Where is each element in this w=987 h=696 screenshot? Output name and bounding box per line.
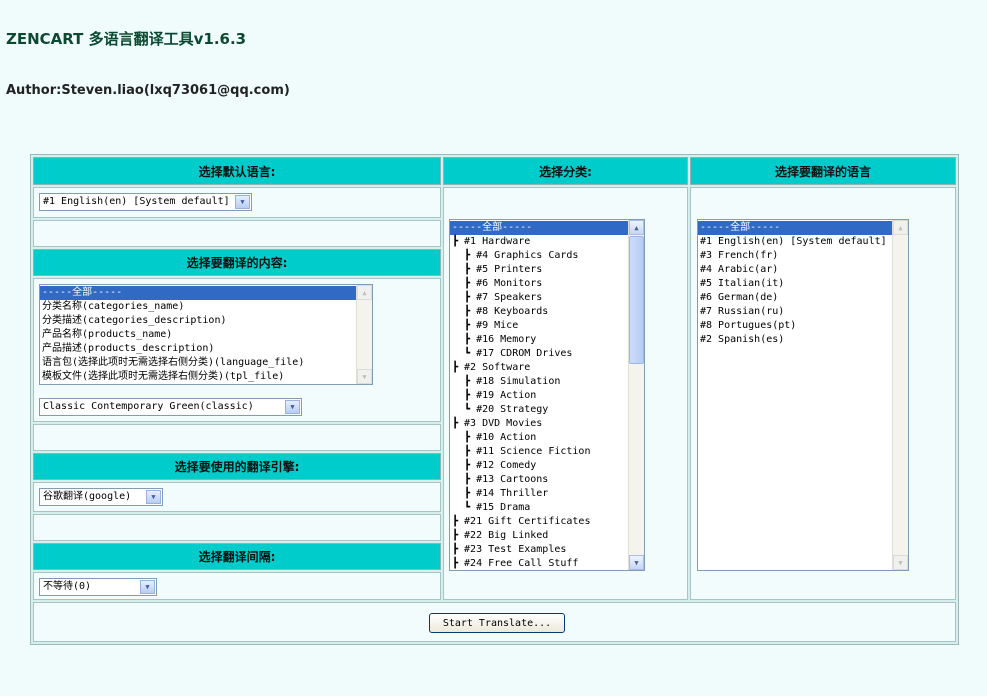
category-listbox[interactable]: -----全部----- ┣ #1 Hardware ┣ #4 Graphics …	[449, 219, 645, 571]
interval-select[interactable]: 不等待(0) ▼	[39, 578, 157, 596]
chevron-down-icon[interactable]: ▼	[357, 369, 372, 384]
interval-value: 不等待(0)	[43, 581, 92, 592]
chevron-up-icon[interactable]: ▲	[629, 220, 644, 235]
content-option[interactable]: 模板文件(选择此项时无需选择右侧分类)(tpl_file)	[40, 370, 356, 384]
category-option[interactable]: ┣ #11 Science Fiction	[450, 445, 628, 459]
author-line: Author:Steven.liao(lxq73061@qq.com)	[6, 83, 290, 98]
start-translate-button[interactable]: Start Translate...	[429, 613, 565, 633]
template-value: Classic Contemporary Green(classic)	[43, 401, 254, 412]
content-scrollbar[interactable]: ▲ ▼	[356, 285, 372, 384]
default-language-header: 选择默认语言:	[33, 157, 441, 185]
category-option[interactable]: ┗ #17 CDROM Drives	[450, 347, 628, 361]
category-option[interactable]: ┣ #5 Printers	[450, 263, 628, 277]
content-header-label: 选择要翻译的内容:	[186, 256, 288, 270]
language-option[interactable]: -----全部-----	[698, 221, 892, 235]
content-listbox[interactable]: -----全部----- 分类名称(categories_name) 分类描述(ca…	[39, 284, 373, 385]
category-option[interactable]: ┣ #4 Graphics Cards	[450, 249, 628, 263]
target-language-header-label: 选择要翻译的语言	[774, 164, 871, 179]
language-option[interactable]: #7 Russian(ru)	[698, 305, 892, 319]
target-language-header: 选择要翻译的语言	[690, 157, 956, 185]
category-option[interactable]: ┣ #12 Comedy	[450, 459, 628, 473]
category-option[interactable]: ┣ #10 Action	[450, 431, 628, 445]
target-language-listbox[interactable]: -----全部----- #1 English(en) [System defau…	[697, 219, 909, 571]
category-header: 选择分类:	[443, 157, 688, 185]
language-option[interactable]: #4 Arabic(ar)	[698, 263, 892, 277]
template-select[interactable]: Classic Contemporary Green(classic) ▼	[39, 398, 302, 416]
language-option[interactable]: #2 Spanish(es)	[698, 333, 892, 347]
content-option[interactable]: 分类名称(categories_name)	[40, 300, 356, 314]
spacer-cell	[33, 514, 441, 541]
interval-header: 选择翻译间隔:	[33, 543, 441, 570]
interval-header-label: 选择翻译间隔:	[198, 550, 276, 564]
category-option[interactable]: ┣ #22 Big Linked	[450, 529, 628, 543]
chevron-down-icon[interactable]: ▼	[893, 555, 908, 570]
category-option[interactable]: ┣ #19 Action	[450, 389, 628, 403]
default-language-header-label: 选择默认语言:	[198, 164, 276, 179]
category-option[interactable]: ┣ #24 Free Call Stuff	[450, 557, 628, 570]
engine-cell: 谷歌翻译(google) ▼	[33, 482, 441, 512]
start-translate-label: Start Translate...	[442, 617, 552, 629]
category-option[interactable]: ┗ #15 Drama	[450, 501, 628, 515]
scroll-thumb[interactable]	[629, 236, 644, 364]
engine-select[interactable]: 谷歌翻译(google) ▼	[39, 488, 163, 506]
content-option[interactable]: 分类描述(categories_description)	[40, 314, 356, 328]
category-option[interactable]: ┣ #18 Simulation	[450, 375, 628, 389]
category-option[interactable]: ┣ #14 Thriller	[450, 487, 628, 501]
category-option[interactable]: ┣ #2 Software	[450, 361, 628, 375]
content-option[interactable]: 产品描述(products_description)	[40, 342, 356, 356]
language-option[interactable]: #5 Italian(it)	[698, 277, 892, 291]
language-option[interactable]: #1 English(en) [System default]	[698, 235, 892, 249]
category-option[interactable]: ┣ #3 DVD Movies	[450, 417, 628, 431]
language-option[interactable]: #3 French(fr)	[698, 249, 892, 263]
category-option[interactable]: ┣ #23 Test Examples	[450, 543, 628, 557]
chevron-down-icon[interactable]: ▼	[629, 555, 644, 570]
content-cell: -----全部----- 分类名称(categories_name) 分类描述(ca…	[33, 278, 441, 422]
chevron-up-icon[interactable]: ▲	[357, 285, 372, 300]
spacer-cell	[33, 220, 441, 247]
category-option[interactable]: ┣ #6 Monitors	[450, 277, 628, 291]
page-title: ZENCART 多语言翻译工具v1.6.3	[6, 30, 247, 48]
category-option[interactable]: ┣ #7 Speakers	[450, 291, 628, 305]
category-option[interactable]: ┣ #8 Keyboards	[450, 305, 628, 319]
content-option[interactable]: 产品名称(products_name)	[40, 328, 356, 342]
translate-form: 选择默认语言: #1 English(en) [System default] …	[30, 154, 959, 645]
category-option[interactable]: ┣ #1 Hardware	[450, 235, 628, 249]
category-option[interactable]: ┣ #21 Gift Certificates	[450, 515, 628, 529]
engine-header: 选择要使用的翻译引擎:	[33, 453, 441, 480]
footer-cell: Start Translate...	[33, 602, 956, 642]
content-header: 选择要翻译的内容:	[33, 249, 441, 276]
default-language-cell: #1 English(en) [System default] ▼	[33, 187, 441, 218]
category-option[interactable]: ┣ #16 Memory	[450, 333, 628, 347]
spacer-cell	[33, 424, 441, 451]
engine-header-label: 选择要使用的翻译引擎:	[174, 460, 300, 474]
category-scrollbar[interactable]: ▲ ▼	[628, 220, 644, 570]
category-option[interactable]: -----全部-----	[450, 221, 628, 235]
category-option[interactable]: ┗ #20 Strategy	[450, 403, 628, 417]
target-language-cell: -----全部----- #1 English(en) [System defau…	[690, 187, 956, 600]
language-option[interactable]: #6 German(de)	[698, 291, 892, 305]
chevron-down-icon[interactable]: ▼	[140, 580, 155, 594]
content-option[interactable]: -----全部-----	[40, 286, 356, 300]
chevron-up-icon[interactable]: ▲	[893, 220, 908, 235]
engine-value: 谷歌翻译(google)	[43, 491, 132, 502]
category-option[interactable]: ┣ #13 Cartoons	[450, 473, 628, 487]
content-option[interactable]: 语言包(选择此项时无需选择右侧分类)(language_file)	[40, 356, 356, 370]
default-language-select[interactable]: #1 English(en) [System default] ▼	[39, 193, 252, 211]
default-language-value: #1 English(en) [System default]	[43, 196, 230, 207]
chevron-down-icon[interactable]: ▼	[146, 490, 161, 504]
language-option[interactable]: #8 Portugues(pt)	[698, 319, 892, 333]
category-cell: -----全部----- ┣ #1 Hardware ┣ #4 Graphics …	[443, 187, 688, 600]
interval-cell: 不等待(0) ▼	[33, 572, 441, 600]
category-option[interactable]: ┣ #9 Mice	[450, 319, 628, 333]
language-scrollbar[interactable]: ▲ ▼	[892, 220, 908, 570]
chevron-down-icon[interactable]: ▼	[235, 195, 250, 209]
chevron-down-icon[interactable]: ▼	[285, 400, 300, 414]
category-header-label: 选择分类:	[539, 164, 592, 179]
